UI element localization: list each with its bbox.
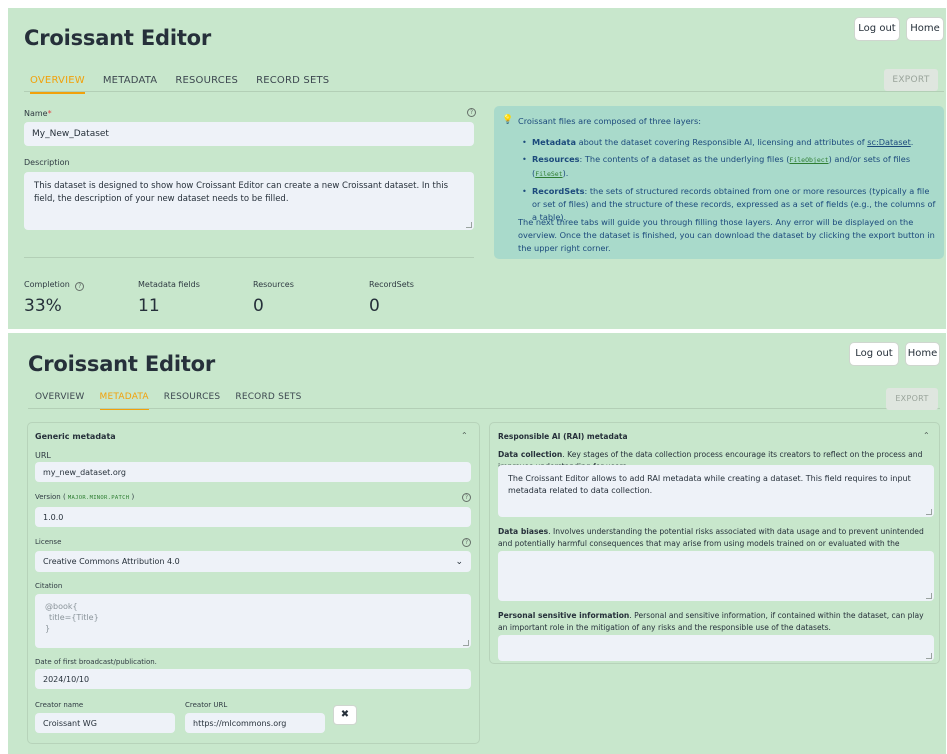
description-label: Description <box>24 158 70 167</box>
name-label: Name* <box>24 109 52 118</box>
generic-metadata-title: Generic metadata <box>35 432 116 441</box>
license-select[interactable]: Creative Commons Attribution 4.0 ⌄ <box>35 551 471 572</box>
home-button[interactable]: Home <box>906 17 944 41</box>
recordsets-value: 0 <box>369 296 380 316</box>
page-title: Croissant Editor <box>28 352 216 376</box>
info-box: 💡 Croissant files are composed of three … <box>494 106 944 259</box>
overview-screenshot: Croissant Editor Log out Home OVERVIEW M… <box>8 8 946 329</box>
sc-dataset-link[interactable]: sc:Dataset <box>867 137 911 147</box>
info-list: Metadata about the dataset covering Resp… <box>520 136 938 228</box>
name-input[interactable]: My_New_Dataset <box>24 122 474 146</box>
completion-value: 33% <box>24 296 62 316</box>
citation-label: Citation <box>35 582 63 590</box>
personal-sensitive-info-textarea[interactable] <box>498 635 934 661</box>
citation-placeholder-line: } <box>45 624 51 633</box>
info-intro: Croissant files are composed of three la… <box>518 116 702 126</box>
metadata-fields-label: Metadata fields <box>138 280 200 289</box>
date-input[interactable]: 2024/10/10 <box>35 669 471 689</box>
chevron-down-icon: ⌄ <box>455 556 463 567</box>
creator-name-label: Creator name <box>35 701 84 709</box>
metadata-fields-value: 11 <box>138 296 160 316</box>
home-button[interactable]: Home <box>905 342 940 366</box>
export-button[interactable]: EXPORT <box>886 388 938 410</box>
citation-placeholder-line: title={Title} <box>49 613 99 622</box>
citation-placeholder-line: @book{ <box>45 602 78 611</box>
logout-button[interactable]: Log out <box>849 342 899 366</box>
chevron-up-icon[interactable]: ⌃ <box>923 431 930 440</box>
metadata-screenshot: Croissant Editor Log out Home OVERVIEW M… <box>8 333 946 754</box>
help-icon[interactable]: ? <box>462 538 471 547</box>
tab-divider <box>24 91 944 92</box>
rai-metadata-section: Responsible AI (RAI) metadata ⌃ Data col… <box>489 422 940 664</box>
help-icon[interactable]: ? <box>462 493 471 502</box>
resize-handle-icon[interactable] <box>463 640 469 646</box>
version-label: Version ( MAJOR.MINOR.PATCH ) <box>35 493 135 501</box>
tab-divider <box>28 408 940 409</box>
completion-label: Completion ? <box>24 280 85 291</box>
url-label: URL <box>35 451 51 460</box>
data-collection-text: The Croissant Editor allows to add RAI m… <box>508 474 911 495</box>
info-item-metadata: Metadata about the dataset covering Resp… <box>520 136 938 149</box>
help-icon[interactable]: ? <box>75 282 85 291</box>
chevron-up-icon[interactable]: ⌃ <box>461 431 468 440</box>
date-label: Date of first broadcast/publication. <box>35 658 157 666</box>
url-input[interactable]: my_new_dataset.org <box>35 462 471 482</box>
creator-url-label: Creator URL <box>185 701 228 709</box>
resources-label: Resources <box>253 280 294 289</box>
export-button[interactable]: EXPORT <box>884 69 938 91</box>
logout-button[interactable]: Log out <box>854 17 900 41</box>
generic-metadata-section: Generic metadata ⌃ URL my_new_dataset.or… <box>27 422 480 744</box>
info-item-resources: Resources: The contents of a dataset as … <box>520 153 938 181</box>
license-selected-value: Creative Commons Attribution 4.0 <box>43 557 180 566</box>
rai-metadata-title: Responsible AI (RAI) metadata <box>498 432 628 441</box>
help-icon[interactable]: ? <box>467 108 476 117</box>
creator-url-input[interactable]: https://mlcommons.org <box>185 713 325 733</box>
resize-handle-icon[interactable] <box>926 653 932 659</box>
creator-name-input[interactable]: Croissant WG <box>35 713 175 733</box>
data-biases-textarea[interactable] <box>498 551 934 601</box>
resize-handle-icon[interactable] <box>466 222 472 228</box>
version-input[interactable]: 1.0.0 <box>35 507 471 527</box>
resources-value: 0 <box>253 296 264 316</box>
personal-sensitive-info-label: Personal sensitive information. Personal… <box>498 611 924 632</box>
fileobject-link[interactable]: FileObject <box>789 156 828 164</box>
fileset-link[interactable]: FileSet <box>535 170 562 178</box>
recordsets-label: RecordSets <box>369 280 414 289</box>
license-label: License <box>35 538 62 546</box>
resize-handle-icon[interactable] <box>926 509 932 515</box>
section-divider <box>24 257 474 258</box>
resize-handle-icon[interactable] <box>926 593 932 599</box>
info-footer: The next three tabs will guide you throu… <box>518 217 935 253</box>
page-title: Croissant Editor <box>24 26 212 50</box>
lightbulb-icon: 💡 <box>502 115 514 125</box>
description-textarea[interactable]: This dataset is designed to show how Cro… <box>24 172 474 230</box>
remove-creator-button[interactable]: ✖ <box>333 705 357 725</box>
description-text: This dataset is designed to show how Cro… <box>34 181 448 204</box>
close-icon: ✖ <box>340 709 350 720</box>
data-collection-textarea[interactable]: The Croissant Editor allows to add RAI m… <box>498 465 934 517</box>
citation-textarea[interactable]: @book{ title={Title} } <box>35 594 471 648</box>
